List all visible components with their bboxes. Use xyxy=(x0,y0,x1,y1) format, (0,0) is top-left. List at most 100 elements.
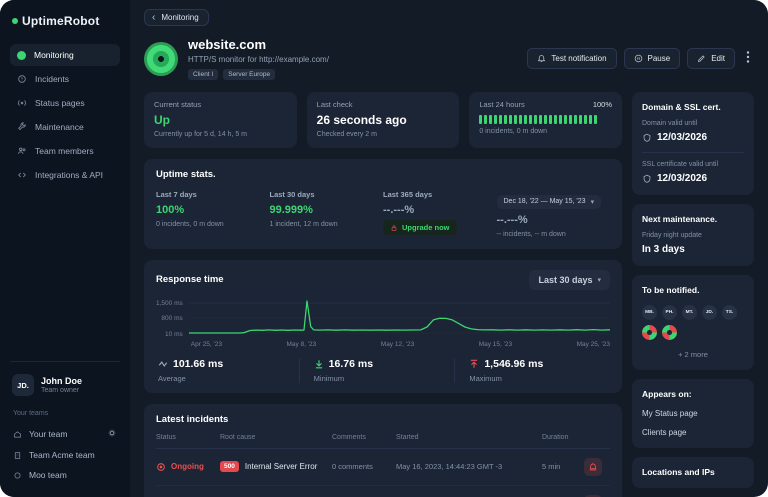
monitor-subtitle: HTTP/S monitor for http://example.com/ xyxy=(188,55,329,64)
status-pages-icon xyxy=(17,98,27,108)
sidebar-item-label: Status pages xyxy=(35,98,85,108)
sidebar-team-acme[interactable]: Team Acme team xyxy=(10,445,120,465)
response-range-selector[interactable]: Last 30 days ▾ xyxy=(529,270,610,290)
main-content: ‹ Monitoring website.com HTTP/S monitor … xyxy=(130,0,768,497)
appears-on-card: Appears on: My Status page Clients page xyxy=(632,379,754,448)
building-team-icon xyxy=(13,451,22,460)
team-settings-button[interactable] xyxy=(107,428,117,440)
my-status-page-link[interactable]: My Status page xyxy=(642,409,744,418)
col-detail: 0 incidents, 0 m down xyxy=(156,221,270,228)
notified-avatar: MB. xyxy=(642,305,657,320)
x-axis-tick: May 15, '23 xyxy=(479,341,512,348)
col-value: --.---% xyxy=(383,204,497,216)
bell-icon xyxy=(537,54,546,63)
user-role: Team owner xyxy=(41,387,82,394)
user-menu[interactable]: JD. John Doe Team owner xyxy=(10,372,120,398)
section-title: Latest incidents xyxy=(156,414,610,425)
uptime-bar xyxy=(584,115,587,124)
sidebar-bottom: JD. John Doe Team owner Your teams Your … xyxy=(10,351,120,485)
page-title: website.com xyxy=(188,37,329,52)
show-more-notified-link[interactable]: + 2 more xyxy=(642,350,744,359)
card-title: To be notified. xyxy=(642,285,744,295)
section-title: Uptime stats. xyxy=(156,169,610,180)
arrow-up-max-icon xyxy=(469,359,479,369)
circle-team-icon xyxy=(13,471,22,480)
tag-client: Client I xyxy=(188,69,218,80)
y-axis-tick: 10 ms xyxy=(156,331,183,338)
x-axis-tick: May 12, '23 xyxy=(381,341,414,348)
response-time-section: Response time Last 30 days ▾ 1,500 ms 80… xyxy=(144,260,622,393)
back-to-monitoring-button[interactable]: ‹ Monitoring xyxy=(144,9,209,26)
section-title: Response time xyxy=(156,274,224,285)
stat-label: Maximum xyxy=(469,374,610,383)
card-detail: Currently up for 5 d, 14 h, 5 m xyxy=(154,131,287,138)
response-series-line xyxy=(189,301,610,333)
upgrade-now-link[interactable]: Upgrade now xyxy=(383,220,457,235)
col-detail: -- incidents, -- m down xyxy=(497,231,611,238)
uptime-bar xyxy=(544,115,547,124)
sidebar-item-label: Integrations & API xyxy=(35,170,103,180)
ssl-valid-label: SSL certificate valid until xyxy=(642,161,744,168)
table-row[interactable]: Ongoing 500 Internal Server Error 0 comm… xyxy=(156,449,610,486)
locations-ips-card[interactable]: Locations and IPs xyxy=(632,457,754,488)
sidebar-item-status-pages[interactable]: Status pages xyxy=(10,92,120,114)
team-members-icon xyxy=(17,146,27,156)
sidebar-item-monitoring[interactable]: Monitoring xyxy=(10,44,120,66)
uptime-bars xyxy=(479,115,612,124)
notified-avatar: MT. xyxy=(682,305,697,320)
card-label: Last 24 hours xyxy=(479,100,524,109)
tag-server: Server Europe xyxy=(223,69,275,80)
last-24h-percent: 100% xyxy=(593,100,612,109)
column-header: Duration xyxy=(542,434,584,441)
maintenance-icon xyxy=(17,122,27,132)
x-axis-tick: May 8, '23 xyxy=(286,341,316,348)
user-name: John Doe xyxy=(41,376,82,386)
average-stat: 101.66 ms Average xyxy=(156,358,299,383)
card-detail: 0 incidents, 0 m down xyxy=(479,128,612,135)
table-row[interactable]: Resolved 500 Internal Server Error 0 com… xyxy=(156,486,610,497)
stat-value: 101.66 ms xyxy=(173,358,223,370)
uptime-bar xyxy=(504,115,507,124)
uptime-bar xyxy=(529,115,532,124)
sidebar-item-team-members[interactable]: Team members xyxy=(10,140,120,162)
sidebar-item-integrations[interactable]: Integrations & API xyxy=(10,164,120,186)
root-cause: Internal Server Error xyxy=(245,462,317,471)
average-trend-icon xyxy=(158,359,168,369)
card-label: Current status xyxy=(154,100,287,109)
test-notification-button[interactable]: Test notification xyxy=(527,48,616,69)
card-label: Last check xyxy=(317,100,450,109)
home-team-icon xyxy=(13,430,22,439)
brand-name: UptimeRobot xyxy=(22,14,100,28)
x-axis-tick: May 25, '23 xyxy=(577,341,610,348)
uptime-bar xyxy=(569,115,572,124)
sidebar-team-your-team[interactable]: Your team xyxy=(10,423,120,445)
sidebar-team-moo[interactable]: Moo team xyxy=(10,465,120,485)
uptime-bar xyxy=(594,115,597,124)
column-header: Comments xyxy=(332,434,396,441)
uptime-col-7d: Last 7 days 100% 0 incidents, 0 m down xyxy=(156,190,270,238)
y-axis-tick: 800 ms xyxy=(156,315,183,322)
pause-button[interactable]: Pause xyxy=(624,48,681,69)
card-title: Appears on: xyxy=(642,389,744,399)
more-options-button[interactable] xyxy=(742,48,754,69)
clients-page-link[interactable]: Clients page xyxy=(642,428,744,437)
pause-icon xyxy=(634,54,643,63)
sidebar-item-maintenance[interactable]: Maintenance xyxy=(10,116,120,138)
response-chart: 1,500 ms 800 ms 10 ms xyxy=(156,300,610,348)
avatar: JD. xyxy=(12,374,34,396)
incident-alert-button[interactable] xyxy=(584,458,602,476)
chevron-down-icon: ▾ xyxy=(591,198,595,206)
uptime-bar xyxy=(539,115,542,124)
date-range-selector[interactable]: Dec 18, '22 — May 15, '23 ▾ xyxy=(497,195,602,209)
ongoing-status-icon xyxy=(156,462,166,472)
uptime-bar xyxy=(534,115,537,124)
button-label: Edit xyxy=(711,54,725,63)
lock-icon xyxy=(390,224,398,232)
last-24h-card: Last 24 hours 100% 0 incidents, 0 m down xyxy=(469,92,622,148)
edit-button[interactable]: Edit xyxy=(687,48,735,69)
current-status-card: Current status Up Currently up for 5 d, … xyxy=(144,92,297,148)
sidebar-item-incidents[interactable]: Incidents xyxy=(10,68,120,90)
siren-icon xyxy=(588,462,598,472)
monitor-status-icon xyxy=(144,42,178,76)
uptime-bar xyxy=(574,115,577,124)
